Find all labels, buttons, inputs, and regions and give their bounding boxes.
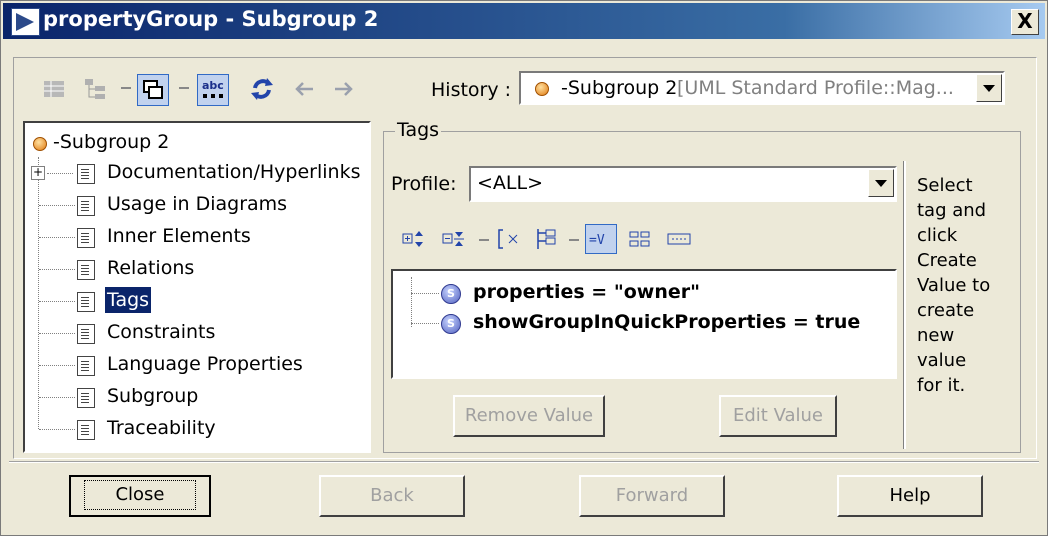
chevron-down-icon[interactable] (868, 169, 894, 197)
tree-view-icon[interactable] (81, 74, 111, 104)
element-dot-icon (535, 82, 549, 96)
list-view-icon[interactable] (39, 74, 69, 104)
document-icon (77, 420, 95, 440)
profile-label: Profile: (391, 173, 457, 195)
tags-group-title: Tags (395, 119, 442, 141)
footer-divider (9, 461, 1039, 463)
edit-value-button[interactable]: Edit Value (719, 395, 837, 437)
title-bar[interactable]: propertyGroup - Subgroup 2 X (3, 3, 1045, 39)
document-icon (77, 356, 95, 376)
document-icon (77, 388, 95, 408)
equals-value-icon[interactable]: =V (585, 224, 617, 254)
toolbar-separator (121, 87, 131, 89)
svg-text:=V: =V (589, 233, 605, 248)
abc-text-icon[interactable]: abc (197, 74, 229, 106)
history-value: -Subgroup 2 (561, 77, 678, 99)
bracket-icon[interactable] (495, 227, 521, 251)
stereotype-s-icon: S (441, 314, 461, 334)
chevron-down-icon[interactable] (976, 74, 1002, 102)
profile-value: <ALL> (477, 172, 544, 194)
tag-values-list: S properties = "owner" S showGroupInQuic… (391, 269, 897, 379)
toolbar-separator (569, 239, 579, 241)
remove-value-button[interactable]: Remove Value (453, 395, 605, 437)
toolbar-separator (479, 239, 489, 241)
window-close-button[interactable]: X (1011, 9, 1039, 35)
dialog-window: propertyGroup - Subgroup 2 X abc History… (0, 0, 1048, 536)
expand-plus-icon[interactable]: + (31, 166, 45, 180)
document-icon (77, 164, 95, 184)
stereotype-s-icon: S (441, 284, 461, 304)
profile-dropdown[interactable]: <ALL> (469, 166, 897, 202)
collapse-all-icon[interactable] (441, 227, 467, 251)
close-button[interactable]: Close (69, 475, 211, 517)
grid-view-icon[interactable] (627, 227, 653, 251)
forward-button[interactable]: Forward (579, 475, 725, 517)
forward-arrow-icon[interactable] (329, 74, 359, 104)
document-icon (77, 196, 95, 216)
expand-all-icon[interactable] (401, 227, 427, 251)
back-button[interactable]: Back (319, 475, 465, 517)
vertical-divider (903, 161, 906, 449)
tree-connector (411, 277, 413, 327)
element-dot-icon (33, 137, 47, 151)
tree-connector (38, 157, 40, 429)
svg-text:abc: abc (202, 79, 224, 92)
refresh-icon[interactable] (247, 74, 277, 104)
text-field-icon[interactable] (665, 227, 695, 251)
help-button[interactable]: Help (837, 475, 983, 517)
document-icon (77, 228, 95, 248)
history-dropdown[interactable]: -Subgroup 2 [UML Standard Profile::Mag..… (519, 71, 1005, 105)
document-icon (77, 260, 95, 280)
create-value-hint: Select tag and click Create Value to cre… (917, 175, 991, 396)
back-arrow-icon[interactable] (289, 74, 319, 104)
document-icon (77, 324, 95, 344)
categories-tree: -Subgroup 2 + Documentation/Hyperlinks U… (23, 121, 371, 453)
history-label: History : (431, 79, 512, 101)
window-title: propertyGroup - Subgroup 2 (43, 7, 379, 31)
toolbar-separator (179, 87, 189, 89)
history-suffix: [UML Standard Profile::Mag... (677, 77, 954, 99)
document-icon (77, 292, 95, 312)
window-icon[interactable] (137, 74, 169, 106)
hierarchy-icon[interactable] (533, 227, 559, 251)
dialog-app-icon (11, 8, 40, 36)
